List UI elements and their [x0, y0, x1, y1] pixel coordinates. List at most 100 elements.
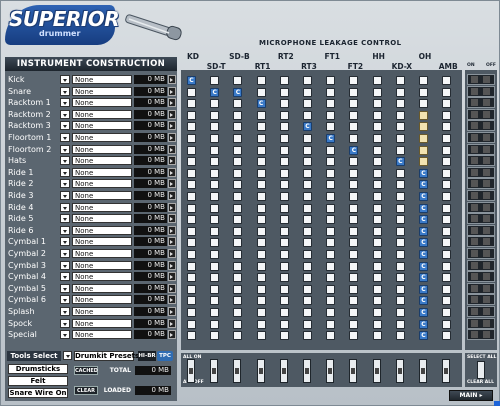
leakage-toggle[interactable]: [349, 308, 359, 317]
channel-fader[interactable]: [442, 359, 451, 383]
leakage-toggle[interactable]: [349, 192, 359, 201]
leakage-toggle[interactable]: [210, 145, 220, 155]
leakage-toggle[interactable]: [442, 99, 452, 109]
channel-fader[interactable]: [256, 359, 265, 383]
leakage-toggle[interactable]: [210, 308, 220, 317]
row-on-off-toggle[interactable]: [467, 329, 495, 341]
instrument-selection[interactable]: None: [72, 225, 132, 235]
leakage-toggle[interactable]: [233, 122, 243, 132]
leakage-toggle[interactable]: [256, 157, 266, 167]
leakage-toggle[interactable]: [303, 76, 312, 85]
instrument-play-button[interactable]: [168, 109, 176, 119]
instrument-dropdown-arrow[interactable]: [60, 191, 70, 200]
leakage-toggle[interactable]: [279, 273, 289, 283]
row-on-off-toggle[interactable]: [467, 74, 495, 85]
leakage-toggle[interactable]: [303, 157, 312, 167]
channel-fader[interactable]: [233, 359, 242, 383]
leakage-toggle[interactable]: [326, 203, 336, 213]
instrument-selection[interactable]: None: [72, 156, 132, 166]
instrument-play-button[interactable]: [168, 202, 176, 212]
leakage-toggle[interactable]: [303, 331, 312, 341]
leakage-toggle[interactable]: [256, 180, 266, 190]
leakage-toggle[interactable]: [256, 331, 266, 341]
leakage-toggle[interactable]: [233, 296, 243, 306]
leakage-toggle[interactable]: [279, 319, 289, 329]
leakage-toggle[interactable]: [303, 226, 312, 236]
leakage-toggle[interactable]: [326, 145, 336, 155]
leakage-toggle[interactable]: [395, 296, 405, 306]
leakage-toggle[interactable]: [372, 284, 382, 294]
leakage-toggle[interactable]: [372, 122, 382, 132]
leakage-toggle[interactable]: [395, 308, 405, 317]
leakage-toggle[interactable]: [233, 261, 243, 271]
leakage-toggle[interactable]: [372, 226, 382, 236]
leakage-toggle[interactable]: [349, 273, 359, 283]
instrument-play-button[interactable]: [168, 272, 176, 282]
leakage-toggle[interactable]: [303, 215, 312, 225]
leakage-toggle[interactable]: [442, 319, 452, 329]
leakage-toggle[interactable]: [442, 331, 452, 341]
leakage-toggle[interactable]: [279, 76, 289, 85]
leakage-toggle[interactable]: [372, 238, 382, 248]
leakage-toggle[interactable]: [279, 134, 289, 143]
leakage-toggle[interactable]: [372, 203, 382, 213]
leakage-toggle[interactable]: [210, 110, 220, 120]
leakage-toggle[interactable]: [187, 296, 196, 306]
instrument-dropdown-arrow[interactable]: [60, 179, 70, 189]
instrument-play-button[interactable]: [168, 318, 176, 328]
leakage-toggle[interactable]: [303, 145, 312, 155]
leakage-toggle[interactable]: [303, 134, 312, 143]
leakage-toggle[interactable]: [233, 284, 243, 294]
leakage-toggle[interactable]: [303, 203, 312, 213]
resize-handle[interactable]: [494, 401, 500, 406]
leakage-toggle[interactable]: [303, 238, 312, 248]
row-on-off-toggle[interactable]: [467, 166, 495, 178]
leakage-toggle[interactable]: [442, 76, 452, 85]
leakage-toggle[interactable]: [233, 168, 243, 178]
leakage-toggle[interactable]: [326, 261, 336, 271]
row-on-off-toggle[interactable]: [467, 85, 495, 97]
leakage-toggle[interactable]: [349, 238, 359, 248]
leakage-toggle[interactable]: [442, 238, 452, 248]
instrument-play-button[interactable]: [168, 75, 176, 84]
leakage-toggle[interactable]: [442, 145, 452, 155]
instrument-play-button[interactable]: [168, 225, 176, 235]
instrument-selection[interactable]: None: [72, 202, 132, 212]
leakage-toggle[interactable]: C: [419, 215, 428, 225]
leakage-toggle[interactable]: [326, 250, 336, 259]
leakage-toggle[interactable]: [442, 110, 452, 120]
leakage-toggle[interactable]: C: [419, 168, 428, 178]
leakage-toggle[interactable]: [256, 319, 266, 329]
leakage-toggle[interactable]: [256, 308, 266, 317]
leakage-toggle[interactable]: [349, 215, 359, 225]
row-on-off-toggle[interactable]: [467, 248, 495, 259]
channel-fader[interactable]: [419, 359, 427, 383]
leakage-toggle[interactable]: [372, 168, 382, 178]
leakage-toggle[interactable]: [233, 110, 243, 120]
leakage-toggle[interactable]: [326, 273, 336, 283]
row-on-off-toggle[interactable]: [467, 120, 495, 132]
leakage-toggle[interactable]: [303, 296, 312, 306]
row-on-off-toggle[interactable]: [467, 213, 495, 225]
row-on-off-toggle[interactable]: [467, 201, 495, 213]
leakage-toggle[interactable]: C: [419, 284, 428, 294]
leakage-toggle[interactable]: C: [233, 87, 243, 97]
row-on-off-toggle[interactable]: [467, 224, 495, 236]
leakage-toggle[interactable]: [395, 273, 405, 283]
leakage-toggle[interactable]: [349, 87, 359, 97]
leakage-toggle[interactable]: [372, 157, 382, 167]
instrument-dropdown-arrow[interactable]: [60, 307, 70, 316]
leakage-toggle[interactable]: [326, 215, 336, 225]
leakage-toggle[interactable]: [372, 87, 382, 97]
leakage-toggle[interactable]: [395, 110, 405, 120]
main-button[interactable]: MAIN ▸: [449, 390, 493, 401]
leakage-toggle[interactable]: [349, 180, 359, 190]
leakage-toggle[interactable]: [395, 238, 405, 248]
instrument-play-button[interactable]: [168, 179, 176, 189]
instrument-selection[interactable]: None: [72, 272, 132, 282]
leakage-toggle[interactable]: C: [419, 180, 428, 190]
instrument-selection[interactable]: None: [72, 121, 132, 131]
leakage-toggle[interactable]: [326, 319, 336, 329]
leakage-toggle[interactable]: C: [395, 157, 405, 167]
instrument-play-button[interactable]: [168, 249, 176, 258]
